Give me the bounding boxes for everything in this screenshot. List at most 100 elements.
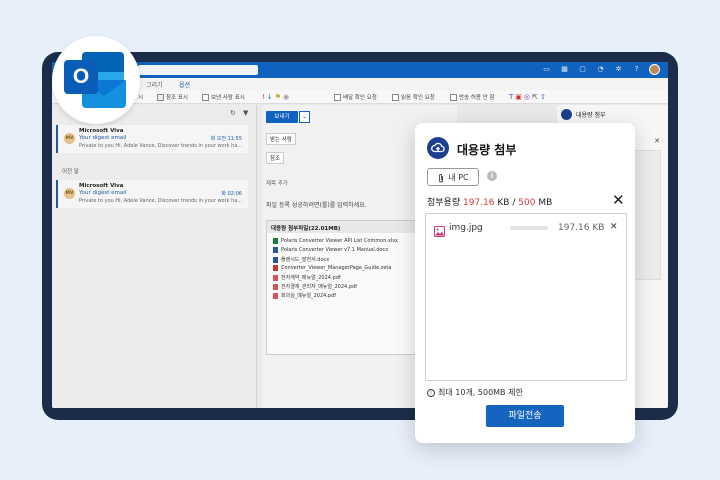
list-item[interactable]: MV Microsoft Viva Your digest email 화 02… (56, 180, 248, 208)
text-format-icon[interactable]: T (509, 93, 513, 101)
outlook-logo-part: O (64, 60, 98, 94)
addin-panel-title: 대용량 첨부 (576, 112, 606, 119)
tag-icon[interactable]: ⚑ (275, 93, 281, 101)
excel-file-icon (273, 238, 278, 244)
tab-draw[interactable]: 그리기 (146, 80, 163, 89)
ribbon-tabs: 그리기 옵션 (52, 78, 668, 91)
pdf-file-icon (273, 292, 278, 299)
close-icon[interactable]: ✕ (654, 137, 660, 145)
dialog-title: 대용량 첨부 (457, 143, 517, 157)
ribbon-left-text: 시 (138, 95, 144, 101)
list-item: img.jpg 197.16 KB ✕ (434, 222, 620, 237)
info-icon[interactable]: i (487, 171, 497, 181)
bell-icon[interactable]: ◔ (595, 64, 606, 75)
attachment-file[interactable]: Converter_Viewer_ManagerPage_Guide.zeta (273, 265, 391, 271)
remove-file-close-icon[interactable]: ✕ (610, 222, 618, 232)
help-icon[interactable]: ? (631, 64, 642, 75)
my-pc-label: 내 PC (448, 172, 469, 182)
message-time: 화 02:06 (221, 191, 242, 197)
ribbon-delivery-toggle[interactable]: 배달 확인 요청 (334, 93, 377, 101)
message-list: ↻ ▼ MV Microsoft Viva Your digest email … (52, 105, 257, 408)
send-options-chevron-down-icon[interactable]: ⌄ (299, 111, 310, 123)
info-icon: i (427, 388, 435, 397)
list-item[interactable]: MV Microsoft Viva Your digest email 화 오전… (56, 125, 248, 153)
checkbox-icon (334, 93, 341, 101)
usage-total: 500 (518, 198, 536, 208)
filter-icon[interactable]: ▼ (243, 109, 248, 117)
ribbon-from-toggle[interactable]: 보낸 사람 표시 (202, 93, 245, 101)
usage-text: 첨부용량 197.16 KB / 500 MB (427, 195, 552, 208)
sticker-icon[interactable]: ▣ (515, 93, 522, 101)
ribbon-cc-toggle[interactable]: 참조 표시 (157, 93, 188, 101)
send-file-button[interactable]: 파일전송 (486, 405, 564, 427)
pdf-file-icon (273, 274, 278, 281)
screen-icon[interactable]: ▢ (577, 64, 588, 75)
upload-progress-bar (510, 226, 548, 230)
ribbon-tool-icons: T ▣ ◎ ⇱ ⇧ (509, 93, 546, 101)
attachment-file[interactable]: 회의실_매뉴얼_2024.pdf (273, 292, 336, 299)
checkbox-icon (202, 93, 209, 101)
gear-icon[interactable]: ✲ (613, 64, 624, 75)
message-sender: Microsoft Viva (79, 128, 124, 134)
addin-logo-icon (561, 109, 572, 120)
usage-used-unit: KB (497, 198, 510, 208)
file-list: img.jpg 197.16 KB ✕ (425, 213, 627, 381)
limit-text: 최대 10개, 500MB 제한 (438, 388, 523, 397)
attachment-file[interactable]: Polaris Converter Viewer v7.1 Manual.doc… (273, 247, 388, 253)
refresh-icon[interactable]: ↻ (230, 109, 236, 117)
attachment-file[interactable]: Polaris Converter Viewer API List Common… (273, 238, 398, 244)
ribbon-icon-group: ! ↓ ⚑ ◉ (262, 93, 289, 101)
attachment-file[interactable]: 전자결재_관리자_매뉴얼_2024.pdf (273, 283, 357, 290)
upload-icon[interactable]: ⇧ (540, 93, 546, 101)
paperclip-icon (437, 168, 445, 187)
checkbox-icon (392, 93, 399, 101)
message-sender: Microsoft Viva (79, 183, 124, 189)
checkbox-icon (450, 93, 457, 101)
attachment-file[interactable]: 플랜시드_발전서.docx (273, 256, 329, 263)
ribbon: 시 참조 표시 보낸 사람 표시 ! ↓ ⚑ ◉ 배달 확인 요청 읽음 확인 … (52, 90, 668, 104)
title-bar: ▭ ▦ ▢ ◔ ✲ ? (52, 62, 668, 78)
attachment-title: 대용량 첨부파일(22.01MB) (267, 221, 415, 233)
usage-label: 첨부용량 (427, 198, 461, 208)
grid-icon[interactable]: ▦ (559, 64, 570, 75)
image-file-icon (434, 222, 445, 241)
message-time: 화 오전 11:55 (210, 136, 242, 142)
importance-high-icon[interactable]: ! (262, 93, 265, 101)
avatar: MV (64, 133, 75, 144)
message-preview: Private to you Hi, Adele Vance, Discover… (79, 198, 243, 204)
search-input[interactable] (138, 65, 258, 75)
ribbon-read-toggle[interactable]: 읽음 확인 요청 (392, 93, 435, 101)
document-file-icon (273, 265, 278, 271)
message-preview: Private to you Hi, Adele Vance, Discover… (79, 143, 243, 149)
large-attachment-dialog: 대용량 첨부 내 PC i 첨부용량 197.16 KB / 500 MB ✕ … (415, 123, 635, 443)
outlook-logo-icon: O (52, 36, 140, 124)
file-name: img.jpg (449, 223, 483, 233)
word-file-icon (273, 247, 278, 253)
file-size: 197.16 KB (558, 223, 605, 233)
message-subject: Your digest email (79, 135, 127, 141)
pdf-file-icon (273, 283, 278, 290)
share-icon[interactable]: ⇱ (532, 93, 538, 101)
cc-field-button[interactable]: 참조 (266, 152, 285, 164)
ribbon-noreply-toggle[interactable]: 반송 허용 안 함 (450, 93, 495, 101)
usage-separator: / (512, 198, 516, 208)
loop-icon[interactable]: ◎ (524, 93, 530, 101)
my-pc-button[interactable]: 내 PC (427, 168, 479, 186)
encrypt-icon[interactable]: ◉ (283, 93, 289, 101)
close-icon[interactable]: ✕ (612, 193, 625, 208)
importance-low-icon[interactable]: ↓ (267, 93, 273, 101)
attachment-box: 대용량 첨부파일(22.01MB) Polaris Converter View… (266, 220, 416, 355)
avatar[interactable] (649, 64, 660, 75)
word-file-icon (273, 256, 278, 263)
chat-icon[interactable]: ▭ (541, 64, 552, 75)
attachment-file[interactable]: 전자계약_매뉴얼_2024.pdf (273, 274, 341, 281)
subject-input[interactable]: 제목 추가 (266, 179, 288, 187)
usage-used: 197.16 (463, 198, 495, 208)
to-field-button[interactable]: 받는 사람 (266, 133, 296, 145)
usage-total-unit: MB (538, 198, 553, 208)
cloud-upload-icon (427, 137, 449, 159)
send-button[interactable]: 보내기 (266, 111, 298, 123)
date-group-label: 이전 달 (62, 169, 79, 175)
message-subject: Your digest email (79, 190, 127, 196)
message-body[interactable]: 파일 등록 성공하려면(를)를 입력하세요. (266, 200, 367, 209)
